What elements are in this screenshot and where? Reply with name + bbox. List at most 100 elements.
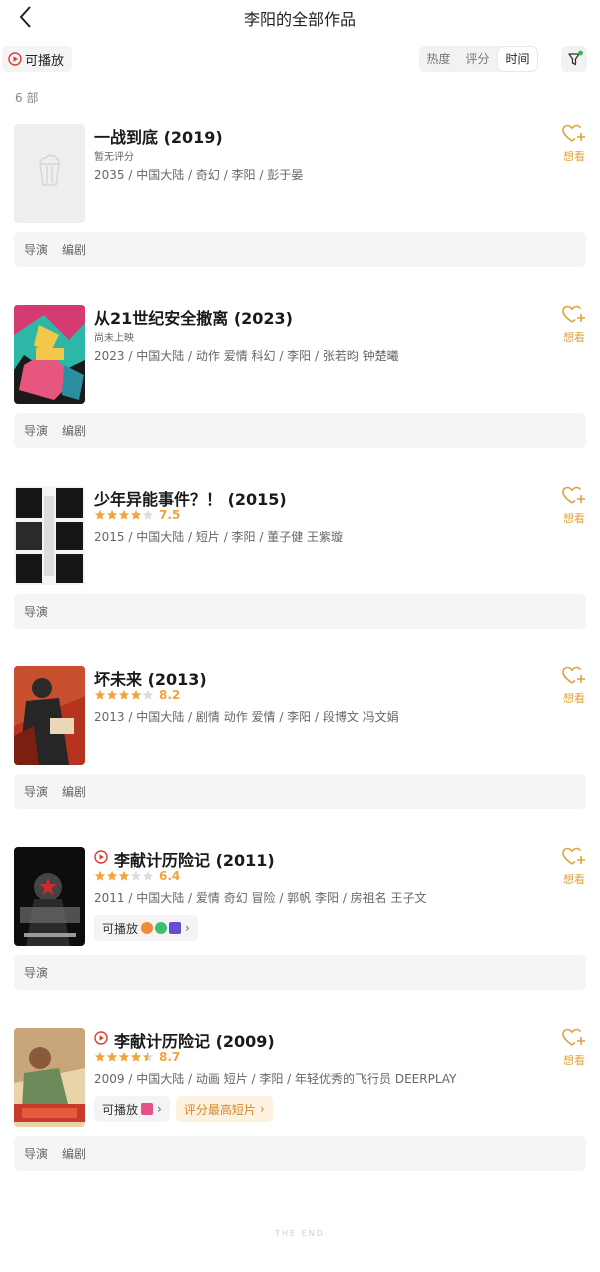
work-item[interactable]: 从21世纪安全撤离 (2023) 尚未上映 2023 / 中国大陆 / 动作 爱… [0, 305, 600, 450]
star-icon [106, 1051, 118, 1062]
sort-tabs: 热度 评分 时间 [419, 46, 538, 72]
work-title[interactable]: 一战到底 (2019) [94, 124, 223, 148]
poster-image[interactable] [14, 305, 85, 404]
rating-status: 尚未上映 [94, 333, 134, 344]
work-title[interactable]: 李献计历险记 (2009) [114, 1028, 275, 1052]
work-meta: 2013 / 中国大陆 / 剧情 动作 爱情 / 李阳 / 段博文 冯文娟 [94, 710, 399, 724]
stars [94, 689, 154, 701]
star-rating: 8.7 [94, 1050, 180, 1064]
want-to-watch-label: 想看 [563, 331, 585, 344]
star-rating: 7.5 [94, 508, 180, 522]
want-to-watch-button[interactable]: 想看 [560, 1028, 588, 1068]
heart-plus-icon [562, 1028, 585, 1046]
role-writer: 编剧 [62, 424, 87, 438]
want-to-watch-button[interactable]: 想看 [560, 486, 588, 526]
filter-bar: 可播放 热度 评分 时间 [0, 45, 600, 73]
poster-image[interactable] [14, 486, 85, 585]
want-to-watch-button[interactable]: 想看 [560, 666, 588, 706]
want-to-watch-button[interactable]: 想看 [560, 124, 588, 164]
work-meta: 2023 / 中国大陆 / 动作 爱情 科幻 / 李阳 / 张若昀 钟楚曦 [94, 349, 399, 363]
work-meta: 2009 / 中国大陆 / 动画 短片 / 李阳 / 年轻优秀的飞行员 DEER… [94, 1072, 457, 1086]
poster-image[interactable] [14, 1028, 85, 1127]
playable-filter-button[interactable]: 可播放 [2, 46, 73, 72]
want-to-watch-label: 想看 [563, 1054, 585, 1067]
role-director: 导演 [24, 1147, 49, 1161]
star-icon [142, 509, 154, 520]
star-icon [94, 870, 106, 881]
role-director: 导演 [24, 605, 49, 619]
work-title[interactable]: 从21世纪安全撤离 (2023) [94, 305, 293, 329]
star-icon [94, 509, 106, 520]
score: 7.5 [159, 508, 181, 522]
source-logo-icon [141, 922, 154, 934]
source-logo-icon [169, 922, 182, 934]
rating-status: 暂无评分 [94, 152, 134, 163]
star-icon [142, 1051, 154, 1062]
stars [94, 1051, 154, 1063]
work-item[interactable]: 李献计历险记 (2011) 6.4 2011 / 中国大陆 / 爱情 奇幻 冒险… [0, 847, 600, 992]
poster-image[interactable] [14, 847, 85, 946]
work-title[interactable]: 少年异能事件？！ (2015) [94, 486, 287, 510]
chip-row: 可播放 › 评分最高短片 › [94, 1096, 279, 1122]
star-icon [130, 1051, 142, 1062]
star-icon [106, 509, 118, 520]
work-title[interactable]: 坏未来 (2013) [94, 666, 207, 690]
work-item[interactable]: 少年异能事件？！ (2015) 7.5 2015 / 中国大陆 / 短片 / 李… [0, 486, 600, 631]
role-director: 导演 [24, 966, 49, 980]
source-logo-icon [141, 1103, 154, 1115]
want-to-watch-button[interactable]: 想看 [560, 305, 588, 345]
roles-bar: 导演 [14, 955, 586, 990]
role-writer: 编剧 [62, 785, 87, 799]
playable-icon [94, 850, 108, 864]
want-to-watch-label: 想看 [563, 512, 585, 525]
poster-image[interactable] [14, 666, 85, 765]
chip-label: 可播放 [102, 921, 139, 936]
chip-label: 可播放 [102, 1102, 139, 1117]
score: 8.2 [159, 688, 181, 702]
score: 8.7 [159, 1050, 181, 1064]
want-to-watch-button[interactable]: 想看 [560, 847, 588, 887]
star-icon [94, 689, 106, 700]
page-title: 李阳的全部作品 [243, 10, 356, 29]
sort-by-popularity[interactable]: 热度 [419, 47, 458, 71]
stars [94, 509, 154, 521]
heart-plus-icon [562, 666, 585, 684]
works-count: 6 部 [15, 91, 39, 105]
work-title[interactable]: 李献计历险记 (2011) [114, 847, 275, 871]
role-director: 导演 [24, 424, 49, 438]
list-end-label: THE END [275, 1229, 325, 1238]
star-icon [106, 870, 118, 881]
source-logo-icon [155, 922, 168, 934]
chevron-right-icon: › [157, 1102, 162, 1116]
star-icon [130, 870, 142, 881]
chip-label: 评分最高短片 [183, 1102, 256, 1117]
heart-plus-icon [562, 847, 585, 865]
work-item[interactable]: 李献计历险记 (2009) 8.7 2009 / 中国大陆 / 动画 短片 / … [0, 1028, 600, 1173]
poster-placeholder[interactable] [14, 124, 85, 223]
sort-by-rating[interactable]: 评分 [458, 47, 497, 71]
work-meta: 2011 / 中国大陆 / 爱情 奇幻 冒险 / 郭帆 李阳 / 房祖名 王子文 [94, 891, 427, 905]
score: 6.4 [159, 869, 181, 883]
roles-bar: 导演 编剧 [14, 774, 586, 809]
role-director: 导演 [24, 785, 49, 799]
star-icon [118, 870, 130, 881]
chevron-right-icon: › [185, 921, 190, 935]
roles-bar: 导演 [14, 594, 586, 629]
want-to-watch-label: 想看 [563, 692, 585, 705]
work-item[interactable]: 一战到底 (2019) 暂无评分 2035 / 中国大陆 / 奇幻 / 李阳 /… [0, 124, 600, 269]
top-bar: 李阳的全部作品 [0, 0, 600, 36]
filter-button[interactable] [561, 46, 587, 72]
role-director: 导演 [24, 243, 49, 257]
playable-sources-chip[interactable]: 可播放 › [94, 915, 198, 941]
chip-row: 可播放 › [94, 915, 204, 941]
star-icon [106, 689, 118, 700]
playable-icon [94, 1031, 108, 1045]
playable-sources-chip[interactable]: 可播放 › [94, 1096, 170, 1122]
star-icon [142, 870, 154, 881]
top-rated-short-chip[interactable]: 评分最高短片 › [175, 1096, 273, 1122]
roles-bar: 导演 编剧 [14, 232, 586, 267]
star-rating: 6.4 [94, 869, 180, 883]
sort-by-time[interactable]: 时间 [498, 47, 537, 71]
role-writer: 编剧 [62, 1147, 87, 1161]
work-item[interactable]: 坏未来 (2013) 8.2 2013 / 中国大陆 / 剧情 动作 爱情 / … [0, 666, 600, 811]
